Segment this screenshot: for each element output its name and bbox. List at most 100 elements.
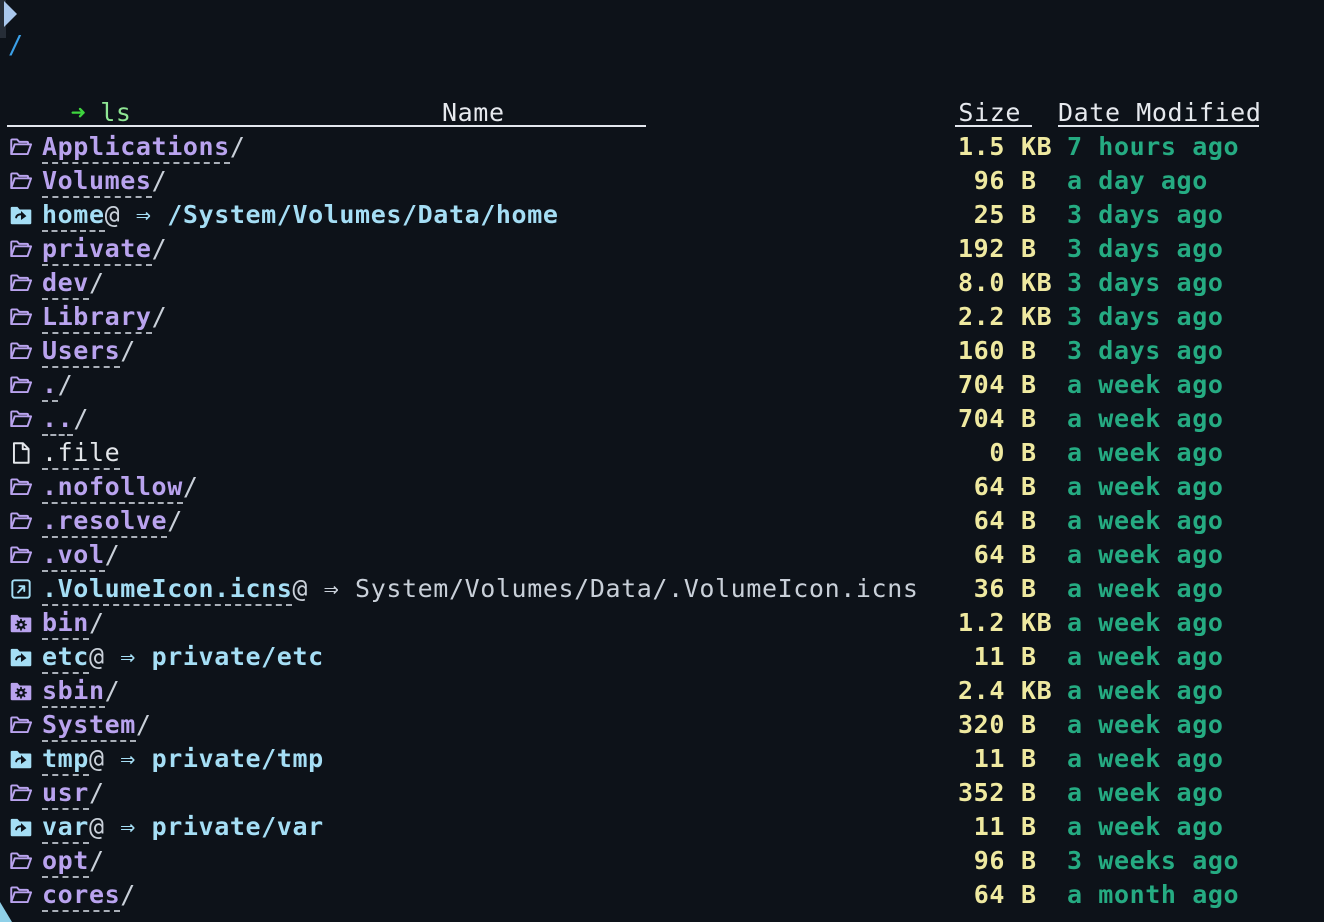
file-name-link[interactable]: tmp — [42, 744, 89, 776]
file-name-cell: var@ ⇒ private/var — [42, 810, 957, 844]
file-name-link[interactable]: opt — [42, 846, 89, 878]
file-name-cell: .file — [42, 436, 957, 470]
symlink-arrow-icon: ⇒ — [105, 744, 152, 773]
file-name-link[interactable]: .nofollow — [42, 472, 183, 504]
file-size-unit: B — [1021, 402, 1061, 436]
date-modified: a week ago — [1067, 368, 1324, 402]
file-name-cell: home@ ⇒ /System/Volumes/Data/home — [42, 198, 957, 232]
file-name-cell: .resolve/ — [42, 504, 957, 538]
date-modified: a week ago — [1067, 606, 1324, 640]
date-modified: a month ago — [1067, 878, 1324, 912]
file-size-value: 1.2 — [957, 606, 1005, 640]
date-modified: a week ago — [1067, 640, 1324, 674]
file-name-link[interactable]: Applications — [42, 132, 230, 164]
file-name-link[interactable]: etc — [42, 642, 89, 674]
file-name-link[interactable]: cores — [42, 880, 120, 912]
folder-gear-icon — [8, 609, 42, 637]
file-row: .nofollow/64Ba week ago — [0, 470, 1324, 504]
file-row: .resolve/64Ba week ago — [0, 504, 1324, 538]
folder-link-icon — [8, 643, 42, 671]
file-name-cell: .VolumeIcon.icns@ ⇒ System/Volumes/Data/… — [42, 572, 957, 606]
file-row: System/320Ba week ago — [0, 708, 1324, 742]
file-link-icon — [8, 575, 42, 603]
date-modified: a week ago — [1067, 742, 1324, 776]
file-name-link[interactable]: var — [42, 812, 89, 844]
date-modified: 7 hours ago — [1067, 130, 1324, 164]
file-type-indicator: / — [73, 404, 89, 433]
file-size-unit: B — [1021, 232, 1061, 266]
file-name-cell: opt/ — [42, 844, 957, 878]
file-name-link[interactable]: . — [42, 370, 58, 402]
file-size-value: 11 — [957, 640, 1005, 674]
file-row: dev/8.0KB3 days ago — [0, 266, 1324, 300]
file-type-indicator: @ — [292, 574, 308, 603]
file-size-unit: KB — [1021, 300, 1061, 334]
symlink-arrow-icon: ⇒ — [105, 642, 152, 671]
corner-triangle-decoration — [0, 902, 25, 922]
file-size-value: 2.4 — [957, 674, 1005, 708]
date-modified: a week ago — [1067, 504, 1324, 538]
date-modified: 3 days ago — [1067, 334, 1324, 368]
file-name-link[interactable]: usr — [42, 778, 89, 810]
folder-open-icon — [8, 235, 42, 263]
file-size-unit: B — [1021, 538, 1061, 572]
file-name-cell: ./ — [42, 368, 957, 402]
file-type-indicator: / — [183, 472, 199, 501]
date-modified: a week ago — [1067, 470, 1324, 504]
file-row: ../704Ba week ago — [0, 402, 1324, 436]
file-name-cell: .vol/ — [42, 538, 957, 572]
current-path: / — [8, 28, 24, 62]
file-type-indicator: / — [120, 336, 136, 365]
date-modified: a week ago — [1067, 436, 1324, 470]
file-name-cell: sbin/ — [42, 674, 957, 708]
file-size-value: 160 — [957, 334, 1005, 368]
file-row: home@ ⇒ /System/Volumes/Data/home25B3 da… — [0, 198, 1324, 232]
file-name-link[interactable]: dev — [42, 268, 89, 300]
file-name-link[interactable]: private — [42, 234, 152, 266]
file-size-unit: B — [1021, 198, 1061, 232]
file-row: ./704Ba week ago — [0, 368, 1324, 402]
file-name-link[interactable]: Library — [42, 302, 152, 334]
folder-link-icon — [8, 813, 42, 841]
file-name-cell: dev/ — [42, 266, 957, 300]
file-name-link[interactable]: Volumes — [42, 166, 152, 198]
folder-open-icon — [8, 507, 42, 535]
file-name-cell: cores/ — [42, 878, 957, 912]
file-name-link[interactable]: Users — [42, 336, 120, 368]
file-size-unit: B — [1021, 742, 1061, 776]
file-type-indicator: @ — [105, 200, 121, 229]
file-name-link[interactable]: .vol — [42, 540, 105, 572]
file-type-indicator: / — [136, 710, 152, 739]
symlink-arrow-icon: ⇒ — [105, 812, 152, 841]
symlink-target: System/Volumes/Data/.VolumeIcon.icns — [355, 574, 918, 603]
folder-link-icon — [8, 201, 42, 229]
file-size-value: 704 — [957, 402, 1005, 436]
file-name-link[interactable]: sbin — [42, 676, 105, 708]
file-name-link[interactable]: home — [42, 200, 105, 232]
file-type-indicator: / — [58, 370, 74, 399]
file-type-indicator: / — [89, 846, 105, 875]
file-type-indicator: @ — [89, 744, 105, 773]
file-size-value: 1.5 — [957, 130, 1005, 164]
file-name-link[interactable]: .file — [42, 438, 120, 470]
file-size-unit: B — [1021, 844, 1061, 878]
file-name-link[interactable]: .VolumeIcon.icns — [42, 574, 292, 606]
file-type-indicator: / — [230, 132, 246, 161]
file-size-value: 704 — [957, 368, 1005, 402]
file-size-unit: B — [1021, 708, 1061, 742]
file-name-link[interactable]: System — [42, 710, 136, 742]
file-name-link[interactable]: .. — [42, 404, 73, 436]
file-name-link[interactable]: .resolve — [42, 506, 167, 538]
file-row: Users/160B3 days ago — [0, 334, 1324, 368]
file-name-cell: Users/ — [42, 334, 957, 368]
file-name-cell: System/ — [42, 708, 957, 742]
file-name-link[interactable]: bin — [42, 608, 89, 640]
file-type-indicator: / — [152, 234, 168, 263]
terminal-window[interactable]: / ➜ls Name Size Date Modified Applicatio… — [0, 0, 1324, 922]
file-size-value: 352 — [957, 776, 1005, 810]
file-type-indicator: @ — [89, 812, 105, 841]
date-modified: 3 weeks ago — [1067, 844, 1324, 878]
file-size-unit: B — [1021, 470, 1061, 504]
header-underline-date — [1058, 125, 1259, 127]
file-row: Volumes/96Ba day ago — [0, 164, 1324, 198]
